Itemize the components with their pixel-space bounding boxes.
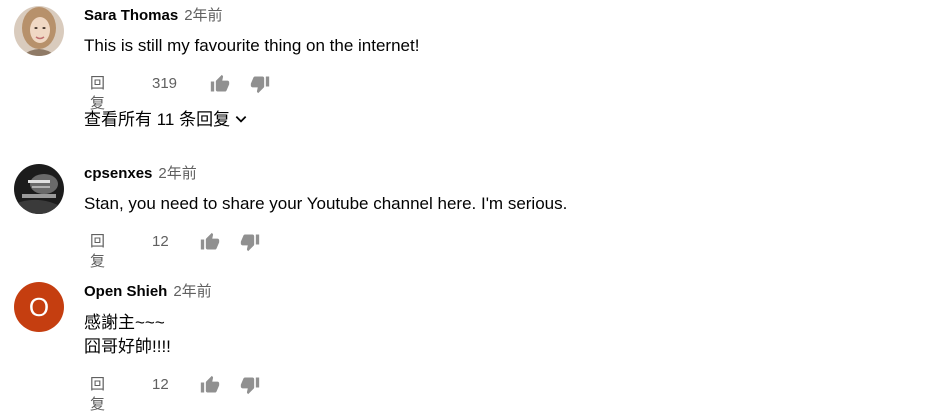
chevron-down-icon <box>234 109 248 133</box>
view-replies-label: 查看所有 11 条回复 <box>84 110 231 129</box>
avatar-letter: O <box>28 292 50 322</box>
author-name[interactable]: cpsenxes <box>84 165 152 182</box>
comment-header: Sara Thomas 2年前 <box>84 6 223 26</box>
like-count: 319 <box>152 75 178 92</box>
thumbs-down-icon[interactable] <box>250 74 270 94</box>
avatar[interactable] <box>14 6 64 56</box>
view-replies-button[interactable]: 查看所有 11 条回复 <box>84 108 248 133</box>
like-count: 12 <box>152 233 169 250</box>
reply-button[interactable]: 回复 <box>90 232 105 272</box>
comment-time[interactable]: 2年前 <box>158 165 196 182</box>
thumbs-up-icon[interactable] <box>200 232 220 252</box>
author-name[interactable]: Open Shieh <box>84 283 167 300</box>
comment-text: This is still my favourite thing on the … <box>84 34 419 58</box>
comment-text: Stan, you need to share your Youtube cha… <box>84 192 567 216</box>
thumbs-down-icon[interactable] <box>240 232 260 252</box>
comment-text-line: 囧哥好帥!!!! <box>84 337 171 356</box>
avatar[interactable] <box>14 164 64 214</box>
comment-text-line: Stan, you need to share your Youtube cha… <box>84 194 568 213</box>
author-name[interactable]: Sara Thomas <box>84 7 178 24</box>
like-count: 12 <box>152 376 169 393</box>
comment-text-line: 感謝主~~~ <box>84 313 165 332</box>
comment-header: Open Shieh 2年前 <box>84 282 212 302</box>
thumbs-down-icon[interactable] <box>240 375 260 395</box>
comment-text: 感謝主~~~ 囧哥好帥!!!! <box>84 311 171 359</box>
avatar[interactable]: O <box>14 282 64 332</box>
reply-button[interactable]: 回复 <box>90 375 105 415</box>
comment-text-line: This is still my favourite thing on the … <box>84 36 420 55</box>
thumbs-up-icon[interactable] <box>210 74 230 94</box>
comment-time[interactable]: 2年前 <box>184 7 222 24</box>
comment-time[interactable]: 2年前 <box>173 283 211 300</box>
thumbs-up-icon[interactable] <box>200 375 220 395</box>
comment-header: cpsenxes 2年前 <box>84 164 197 184</box>
